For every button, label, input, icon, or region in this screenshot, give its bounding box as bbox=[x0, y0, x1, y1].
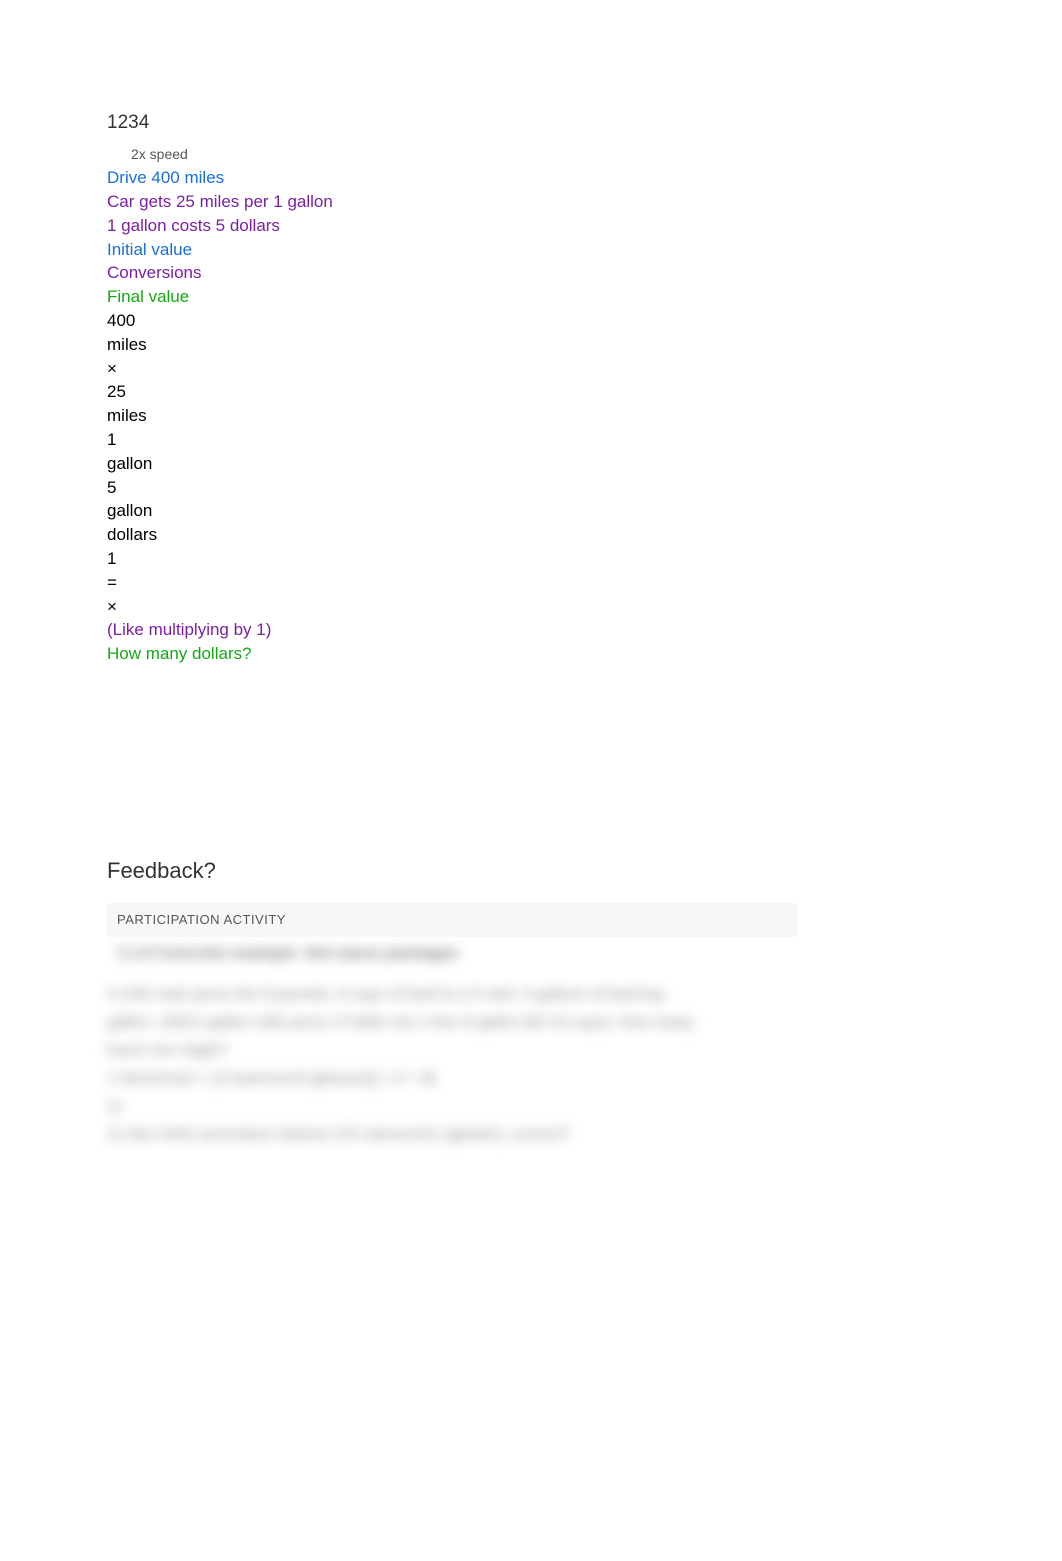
blurred-line-4: 1 Nummusic × [3 teamound (glasses)] × 0 … bbox=[107, 1065, 955, 1093]
work-value-1b: 1 bbox=[107, 547, 955, 571]
work-unit-gallon-1: gallon bbox=[107, 452, 955, 476]
work-question: How many dollars? bbox=[107, 642, 955, 666]
work-unit-miles-2: miles bbox=[107, 404, 955, 428]
label-final-value: Final value bbox=[107, 285, 955, 309]
work-times-1: × bbox=[107, 357, 955, 381]
speed-label: 2x speed bbox=[131, 145, 955, 165]
label-initial-value: Initial value bbox=[107, 238, 955, 262]
work-value-1a: 1 bbox=[107, 428, 955, 452]
feedback-link[interactable]: Feedback? bbox=[107, 856, 955, 887]
problem-line-1: Drive 400 miles bbox=[107, 166, 955, 190]
problem-line-3: 1 gallon costs 5 dollars bbox=[107, 214, 955, 238]
work-value-5: 5 bbox=[107, 476, 955, 500]
blurred-activity-title: 1.1.5 Concrete example: Hot sauce packag… bbox=[107, 939, 955, 969]
step-numbers: 1234 bbox=[107, 110, 955, 137]
blurred-line-1: A chili cook pours the 8 pounds, 8 cups … bbox=[107, 981, 955, 1009]
work-unit-miles-1: miles bbox=[107, 333, 955, 357]
work-value-25: 25 bbox=[107, 380, 955, 404]
blurred-content: 1.1.5 Concrete example: Hot sauce packag… bbox=[107, 939, 955, 1149]
work-equals: = bbox=[107, 571, 955, 595]
blurred-line-3: how's are might? bbox=[107, 1037, 955, 1065]
label-conversions: Conversions bbox=[107, 261, 955, 285]
problem-line-2: Car gets 25 miles per 1 gallon bbox=[107, 190, 955, 214]
work-value-400: 400 bbox=[107, 309, 955, 333]
blurred-line-5: 1) Has Holt's procedure distone 2/3 viam… bbox=[107, 1121, 955, 1149]
work-times-2: × bbox=[107, 595, 955, 619]
blurred-line-2: gallon, 10612 gallon milk pours 3 Pablo … bbox=[107, 1009, 955, 1037]
work-unit-dollars: dollars bbox=[107, 523, 955, 547]
work-note: (Like multiplying by 1) bbox=[107, 618, 955, 642]
work-unit-gallon-2: gallon bbox=[107, 499, 955, 523]
participation-activity-header: PARTICIPATION ACTIVITY bbox=[107, 903, 797, 937]
blurred-q-num: 1) bbox=[107, 1093, 955, 1121]
